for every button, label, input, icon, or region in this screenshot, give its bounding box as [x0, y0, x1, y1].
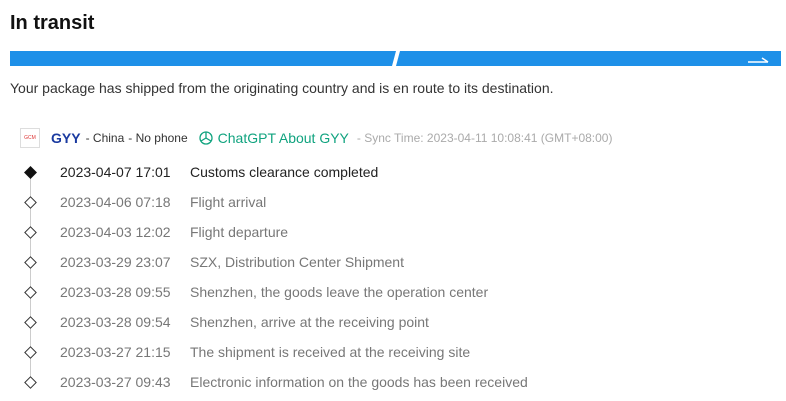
event-description: Flight departure: [190, 224, 289, 240]
chatgpt-label: ChatGPT About GYY: [217, 130, 349, 146]
carrier-name[interactable]: GYY: [51, 130, 81, 146]
timeline-event: 2023-04-07 17:01 Customs clearance compl…: [0, 157, 786, 187]
event-date: 2023-03-27 21:15: [60, 344, 171, 360]
timeline-event: 2023-03-27 09:43 Electronic information …: [0, 367, 786, 397]
event-description: Shenzhen, the goods leave the operation …: [190, 284, 489, 300]
event-description: The shipment is received at the receivin…: [190, 344, 471, 360]
progress-segment-2: [396, 51, 781, 66]
carrier-row: GCM GYY - China - No phone ChatGPT About…: [20, 127, 612, 149]
timeline-dot-icon: [24, 166, 37, 179]
event-description: Electronic information on the goods has …: [190, 374, 528, 390]
sync-time: - Sync Time: 2023-04-11 10:08:41 (GMT+08…: [356, 131, 613, 145]
event-description: SZX, Distribution Center Shipment: [190, 254, 404, 270]
timeline-event: 2023-03-28 09:55 Shenzhen, the goods lea…: [0, 277, 786, 307]
timeline-event: 2023-03-27 21:15 The shipment is receive…: [0, 337, 786, 367]
timeline-dot-icon: [24, 226, 37, 239]
timeline-event: 2023-03-29 23:07 SZX, Distribution Cente…: [0, 247, 786, 277]
event-description: Shenzhen, arrive at the receiving point: [190, 314, 429, 330]
chatgpt-icon: [198, 131, 213, 145]
progress-segment-1: [10, 51, 396, 66]
carrier-country: - China: [85, 131, 125, 145]
event-date: 2023-03-27 09:43: [60, 374, 171, 390]
timeline-dot-icon: [24, 286, 37, 299]
timeline-dot-icon: [24, 196, 37, 209]
timeline-event: 2023-04-03 12:02 Flight departure: [0, 217, 786, 247]
status-title: In transit: [10, 12, 95, 34]
timeline-event: 2023-03-28 09:54 Shenzhen, arrive at the…: [0, 307, 786, 337]
chatgpt-link[interactable]: ChatGPT About GYY: [198, 130, 349, 146]
event-date: 2023-04-06 07:18: [60, 194, 171, 210]
carrier-logo: GCM: [20, 128, 40, 148]
timeline-dot-icon: [24, 346, 37, 359]
event-date: 2023-03-28 09:54: [60, 314, 171, 330]
timeline-dot-icon: [24, 376, 37, 389]
timeline-dot-icon: [24, 256, 37, 269]
timeline-event: 2023-04-06 07:18 Flight arrival: [0, 187, 786, 217]
event-date: 2023-03-28 09:55: [60, 284, 171, 300]
event-description: Flight arrival: [190, 194, 267, 210]
event-date: 2023-03-29 23:07: [60, 254, 171, 270]
status-description: Your package has shipped from the origin…: [10, 80, 554, 96]
progress-bar: [10, 51, 781, 66]
timeline-dot-icon: [24, 316, 37, 329]
event-description: Customs clearance completed: [190, 164, 379, 180]
event-date: 2023-04-03 12:02: [60, 224, 171, 240]
carrier-phone: - No phone: [128, 131, 188, 145]
event-date: 2023-04-07 17:01: [60, 164, 171, 180]
